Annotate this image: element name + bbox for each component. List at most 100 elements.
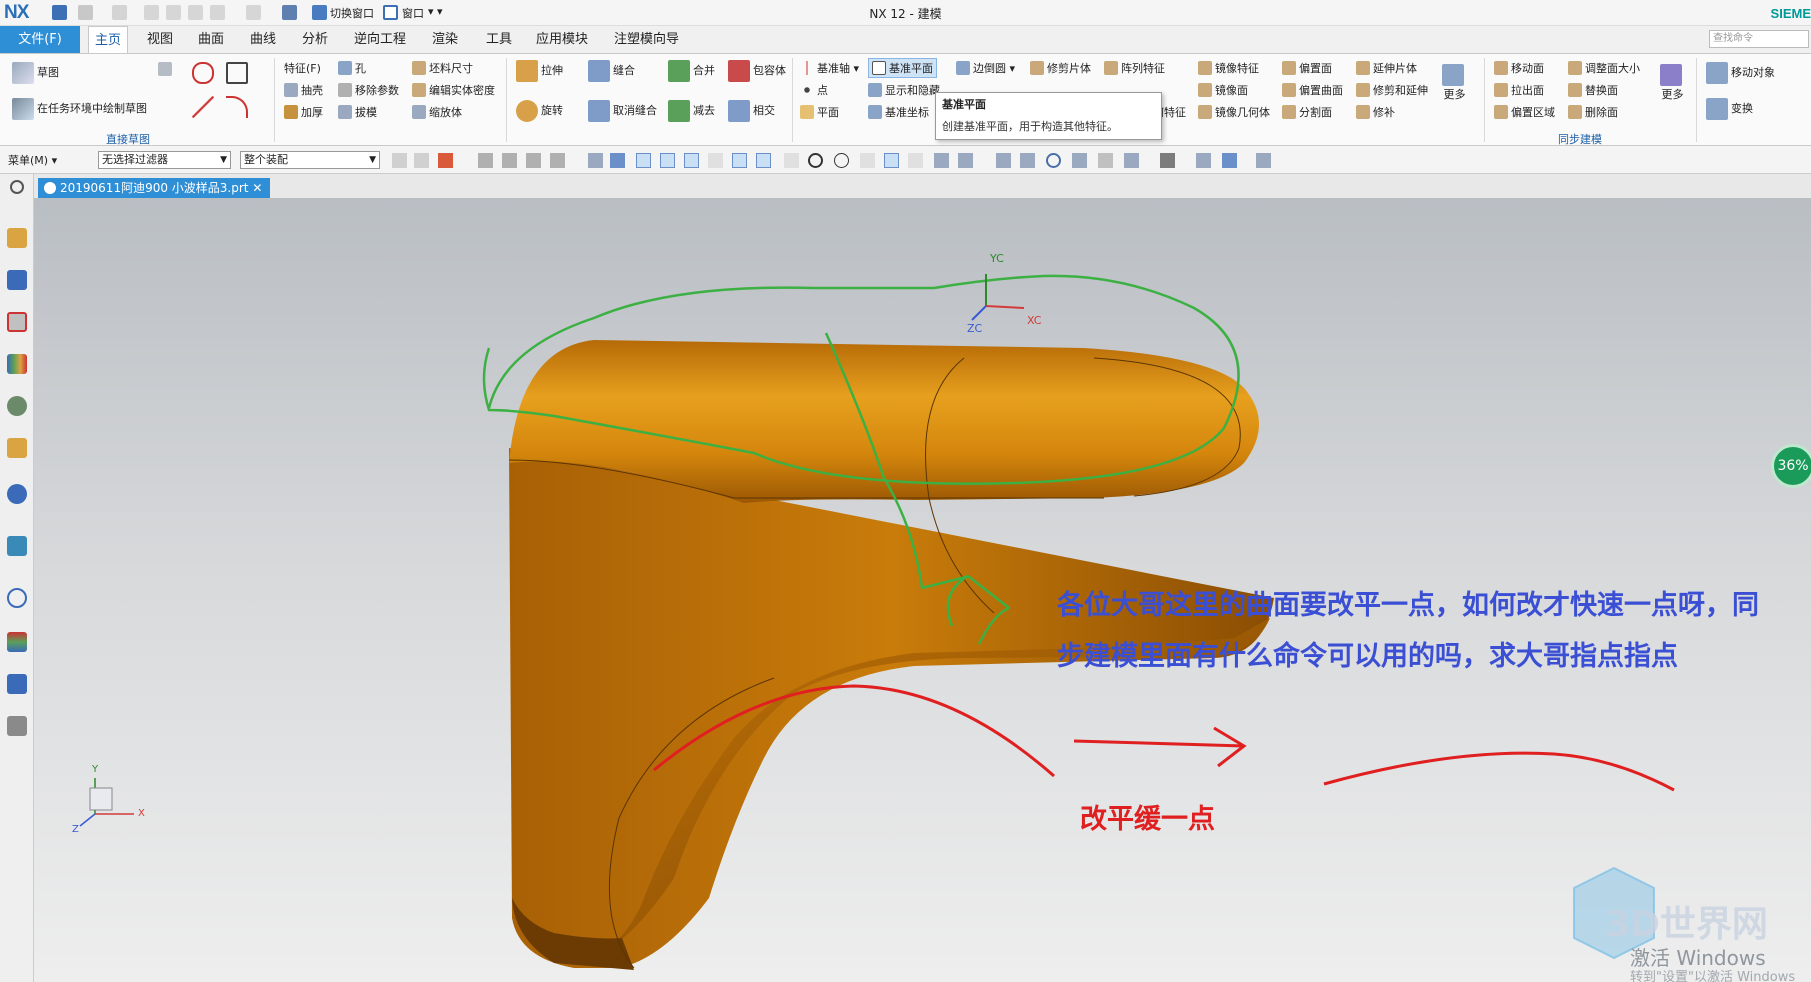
snap-spline-icon[interactable]: [732, 153, 747, 168]
view-pan-icon[interactable]: [1072, 153, 1087, 168]
remove-params-button[interactable]: 移除参数: [338, 82, 399, 98]
sketch-button[interactable]: 草图: [12, 62, 59, 84]
revolve-button[interactable]: 旋转: [516, 100, 563, 122]
snap-bounded-icon[interactable]: [934, 153, 949, 168]
part-navigator-icon[interactable]: [7, 312, 27, 332]
tab-curve[interactable]: 曲线: [244, 26, 282, 53]
assembly-navigator-icon[interactable]: [7, 228, 27, 248]
system-materials-icon[interactable]: [7, 536, 27, 556]
web-browser-icon[interactable]: [7, 438, 27, 458]
show-hide-button[interactable]: 显示和隐藏: [868, 82, 940, 98]
select-solid-icon[interactable]: [588, 153, 603, 168]
point-button[interactable]: 点: [800, 82, 828, 98]
view-cube-icon[interactable]: [1196, 153, 1211, 168]
document-tab[interactable]: 20190611阿迪900 小波样品3.prt ✕: [38, 178, 271, 198]
wrap-body-button[interactable]: 包容体: [728, 60, 786, 82]
move-face-button[interactable]: 移动面: [1494, 60, 1544, 76]
offset-surface-button[interactable]: 偏置曲面: [1282, 82, 1343, 98]
select-all-icon[interactable]: [438, 153, 453, 168]
select-sheet-icon[interactable]: [610, 153, 625, 168]
transform-button[interactable]: 变换: [1706, 98, 1753, 120]
patch-button[interactable]: 修补: [1356, 104, 1395, 120]
select-curve-icon[interactable]: [550, 153, 565, 168]
subtract-button[interactable]: 减去: [668, 100, 715, 122]
pattern-feature-button[interactable]: 阵列特征: [1104, 60, 1165, 76]
view-rotate-icon[interactable]: [1046, 153, 1061, 168]
snap-quadrant-icon[interactable]: [834, 153, 849, 168]
snap-endpoint-icon[interactable]: [636, 153, 651, 168]
move-object-button[interactable]: 移动对象: [1706, 62, 1775, 84]
profile-curve-icon[interactable]: [192, 62, 214, 84]
unite-button[interactable]: 合并: [668, 60, 715, 82]
tab-analysis[interactable]: 分析: [296, 26, 334, 53]
extend-sheet-button[interactable]: 延伸片体: [1356, 60, 1417, 76]
process-studio-icon[interactable]: [7, 632, 27, 652]
switch-window-button[interactable]: 切换窗口: [330, 5, 374, 21]
feature-menu[interactable]: 特征(F): [284, 60, 321, 76]
render-style-icon[interactable]: [1160, 153, 1175, 168]
unsew-button[interactable]: 取消缝合: [588, 100, 657, 122]
tools-icon[interactable]: [7, 716, 27, 736]
snap-existing-point-icon[interactable]: [860, 153, 875, 168]
tab-reverse-engineering[interactable]: 逆向工程: [348, 26, 412, 53]
sew-button[interactable]: 缝合: [588, 60, 635, 82]
datum-axis-button[interactable]: 基准轴 ▾: [800, 60, 859, 76]
snap-line-icon[interactable]: [684, 153, 699, 168]
mirror-face-button[interactable]: 镜像面: [1198, 82, 1248, 98]
tab-render[interactable]: 渲染: [426, 26, 464, 53]
type-filter-select[interactable]: 无选择过滤器 ▼: [98, 151, 231, 169]
line-icon[interactable]: [192, 96, 214, 118]
hd3d-icon[interactable]: [7, 396, 27, 416]
settings-icon[interactable]: [10, 180, 24, 194]
view-fit-icon[interactable]: [996, 153, 1011, 168]
trim-body-button[interactable]: 修剪片体: [1030, 60, 1091, 76]
arc-icon[interactable]: [226, 96, 248, 118]
section-view-icon[interactable]: [1256, 153, 1271, 168]
clock-icon[interactable]: [7, 588, 27, 608]
more-button-2[interactable]: 更多: [1660, 64, 1685, 102]
tab-view[interactable]: 视图: [141, 26, 179, 53]
filter-icon[interactable]: [414, 153, 429, 168]
rough-size-button[interactable]: 坯料尺寸: [412, 60, 473, 76]
snap-midpoint-icon[interactable]: [660, 153, 675, 168]
tab-tools[interactable]: 工具: [480, 26, 518, 53]
select-feature-icon[interactable]: [478, 153, 493, 168]
view-zoom-icon[interactable]: [1020, 153, 1035, 168]
select-face-icon[interactable]: [526, 153, 541, 168]
close-icon[interactable]: ✕: [252, 181, 262, 195]
select-body-icon[interactable]: [502, 153, 517, 168]
selection-scope-select[interactable]: 整个装配 ▼: [240, 151, 380, 169]
trim-extend-button[interactable]: 修剪和延伸: [1356, 82, 1428, 98]
manufacturing-wizard-icon[interactable]: [7, 674, 27, 694]
tab-mold-wizard[interactable]: 注塑模向导: [608, 26, 685, 53]
snap-icon[interactable]: [392, 153, 407, 168]
delete-face-button[interactable]: 删除面: [1568, 104, 1618, 120]
thicken-button[interactable]: 加厚: [284, 104, 323, 120]
undo-icon[interactable]: [78, 5, 93, 20]
shaded-icon[interactable]: [1222, 153, 1237, 168]
touch-mode-icon[interactable]: [246, 5, 261, 20]
draft-button[interactable]: 拔模: [338, 104, 377, 120]
pull-face-button[interactable]: 拉出面: [1494, 82, 1544, 98]
tab-applications[interactable]: 应用模块: [530, 26, 594, 53]
plane-button[interactable]: 平面: [800, 104, 839, 120]
snap-wave-icon[interactable]: [756, 153, 771, 168]
history-icon[interactable]: [7, 484, 27, 504]
offset-region-button[interactable]: 偏置区域: [1494, 104, 1555, 120]
cut-icon[interactable]: [144, 5, 159, 20]
rectangle-icon[interactable]: [226, 62, 248, 84]
window-menu-button[interactable]: 窗口: [402, 5, 424, 21]
save-icon[interactable]: [52, 5, 67, 20]
edit-solid-density-button[interactable]: 编辑实体密度: [412, 82, 495, 98]
resize-face-button[interactable]: 调整面大小: [1568, 60, 1640, 76]
redo-icon[interactable]: [112, 5, 127, 20]
command-search-input[interactable]: 查找命令: [1709, 30, 1809, 48]
replace-face-button[interactable]: 替换面: [1568, 82, 1618, 98]
snap-center-icon[interactable]: [808, 153, 823, 168]
hole-button[interactable]: 孔: [338, 60, 366, 76]
sketch-in-task-button[interactable]: 在任务环境中绘制草图: [12, 98, 147, 120]
window-icon[interactable]: [383, 5, 398, 20]
view-orient-icon[interactable]: [1124, 153, 1139, 168]
paste-icon[interactable]: [188, 5, 203, 20]
mirror-feature-button[interactable]: 镜像特征: [1198, 60, 1259, 76]
